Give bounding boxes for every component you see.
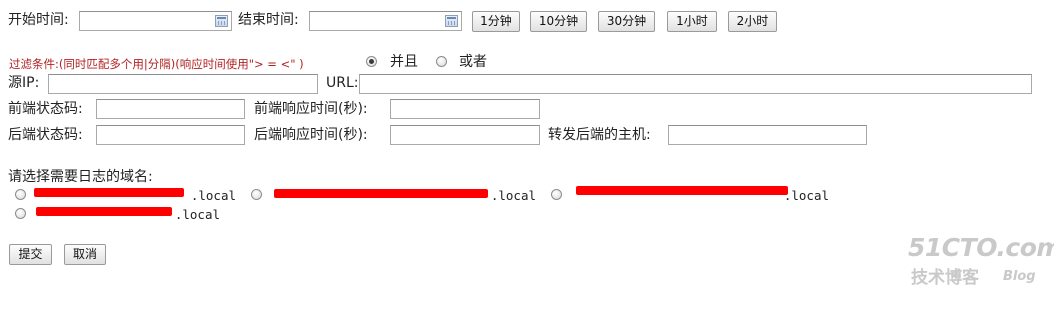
redaction-bar — [36, 207, 172, 216]
src-ip-input[interactable] — [48, 74, 318, 94]
watermark-blog: Blog — [1003, 269, 1036, 284]
redaction-bar — [576, 186, 788, 195]
front-resp-label: 前端响应时间(秒): — [254, 101, 368, 117]
domain-option-1-suffix: .local — [190, 188, 236, 203]
back-resp-input[interactable] — [390, 125, 540, 145]
cancel-button[interactable]: 取消 — [64, 244, 106, 265]
watermark-logo: 51CTO.com — [908, 233, 1054, 262]
front-status-input[interactable] — [96, 99, 245, 119]
calendar-icon[interactable] — [445, 15, 458, 27]
domain-select-label: 请选择需要日志的域名: — [8, 169, 153, 185]
start-time-input[interactable] — [79, 11, 232, 31]
mode-or-radio[interactable] — [436, 56, 447, 67]
quick-1hour-button[interactable]: 1小时 — [667, 11, 717, 32]
mode-or-label: 或者 — [459, 54, 487, 70]
submit-button[interactable]: 提交 — [9, 244, 52, 265]
start-time-label: 开始时间: — [8, 12, 69, 28]
front-resp-input[interactable] — [390, 99, 540, 119]
end-time-label: 结束时间: — [238, 12, 299, 28]
domain-option-3-suffix: .local — [783, 188, 829, 203]
domain-radio-3[interactable] — [551, 189, 562, 200]
quick-30min-button[interactable]: 30分钟 — [598, 11, 655, 32]
domain-option-4-suffix: .local — [174, 207, 220, 222]
upstream-host-input[interactable] — [668, 125, 867, 145]
filter-hint: 过滤条件:(同时匹配多个用|分隔)(响应时间使用"> = <" ) — [9, 57, 304, 71]
quick-2hour-button[interactable]: 2小时 — [728, 11, 777, 32]
mode-and-radio[interactable] — [366, 56, 377, 67]
domain-radio-4[interactable] — [15, 208, 26, 219]
url-label: URL: — [326, 75, 359, 91]
domain-radio-2[interactable] — [251, 189, 262, 200]
url-input[interactable] — [359, 74, 1032, 94]
src-ip-label: 源IP: — [8, 75, 40, 91]
redaction-bar — [274, 189, 488, 198]
calendar-icon[interactable] — [215, 15, 228, 27]
end-time-input[interactable] — [309, 11, 462, 31]
back-resp-label: 后端响应时间(秒): — [254, 127, 368, 143]
quick-1min-button[interactable]: 1分钟 — [472, 11, 520, 32]
front-status-label: 前端状态码: — [8, 101, 83, 117]
mode-and-label: 并且 — [390, 54, 418, 70]
domain-option-2-suffix: .local — [490, 188, 536, 203]
quick-10min-button[interactable]: 10分钟 — [530, 11, 587, 32]
back-status-label: 后端状态码: — [8, 127, 83, 143]
watermark-sub: 技术博客 — [911, 268, 979, 288]
domain-radio-1[interactable] — [15, 189, 26, 200]
back-status-input[interactable] — [96, 125, 245, 145]
upstream-host-label: 转发后端的主机: — [548, 127, 651, 143]
redaction-bar — [34, 188, 184, 197]
